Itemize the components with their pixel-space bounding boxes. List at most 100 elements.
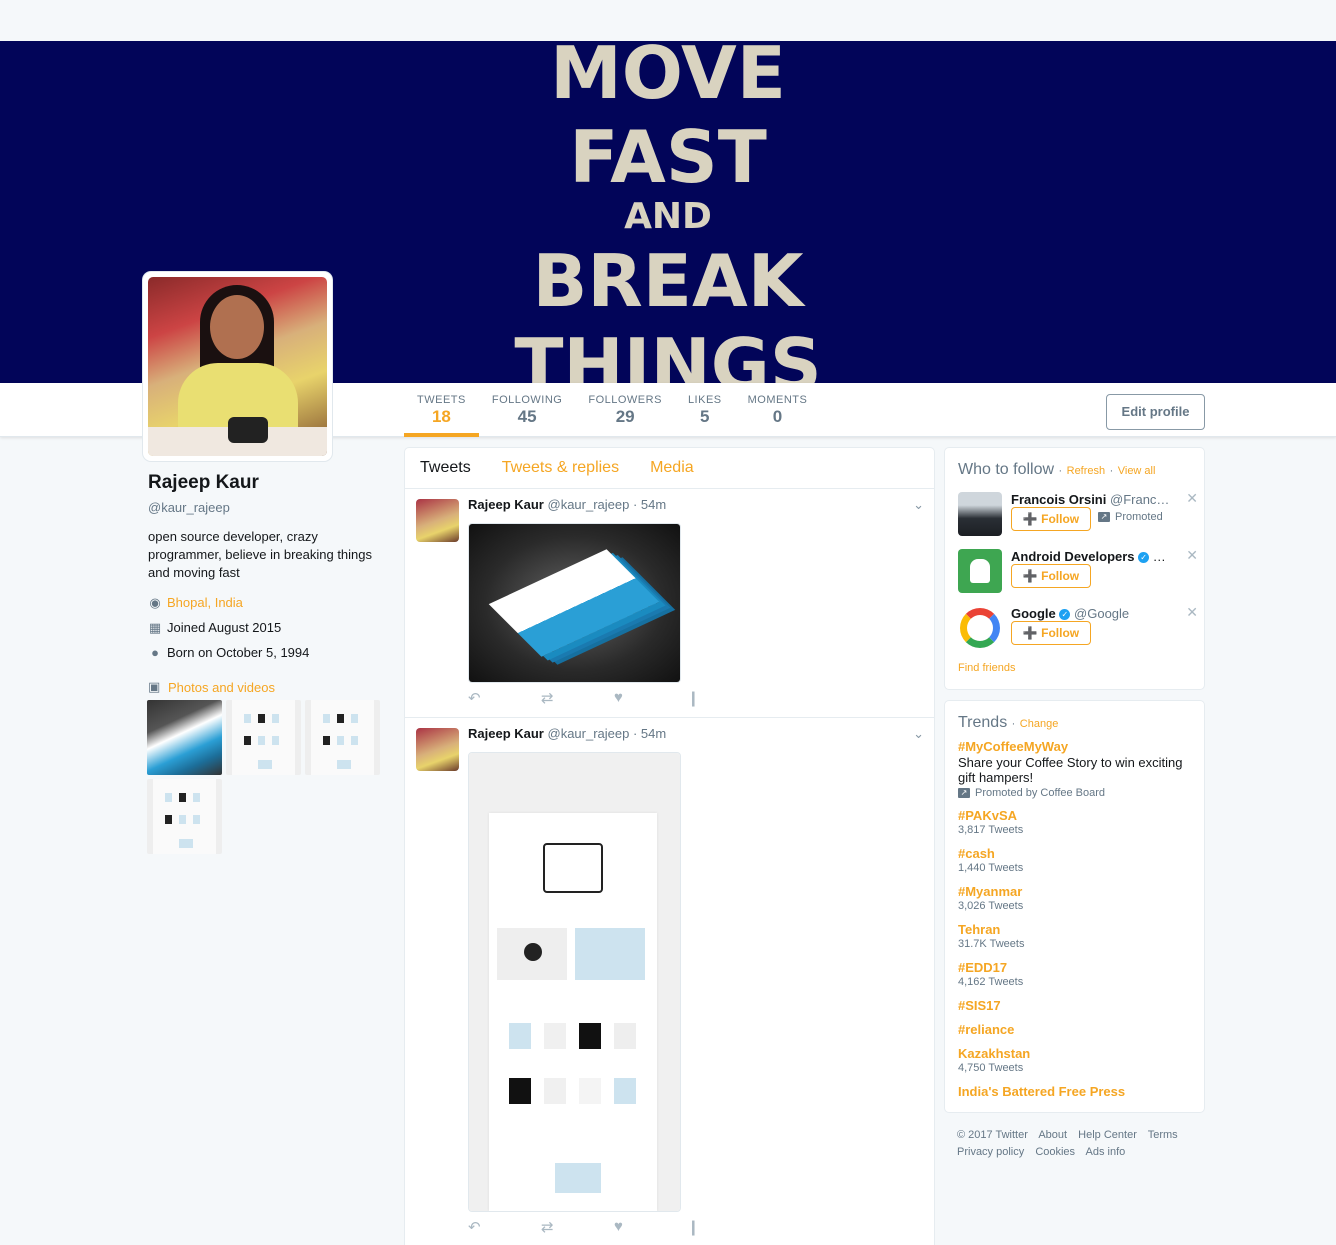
trend-item[interactable]: India's Battered Free Press xyxy=(958,1084,1194,1099)
footer-link-terms[interactable]: Terms xyxy=(1148,1129,1178,1141)
trend-item[interactable]: #PAKvSA 3,817 Tweets xyxy=(958,808,1194,836)
photos-videos-label: Photos and videos xyxy=(168,679,275,695)
analytics-icon[interactable]: ❙ xyxy=(687,1218,760,1236)
reply-icon[interactable]: ↶ xyxy=(468,689,541,707)
chevron-down-icon[interactable]: ⌄ xyxy=(913,726,924,742)
close-icon[interactable]: ✕ xyxy=(1186,490,1198,507)
tweet-author-name[interactable]: Rajeep Kaur xyxy=(468,726,544,741)
born-text: Born on October 5, 1994 xyxy=(167,645,310,660)
close-icon[interactable]: ✕ xyxy=(1186,604,1198,621)
trend-item[interactable]: #EDD17 4,162 Tweets xyxy=(958,960,1194,988)
suggestion-avatar[interactable] xyxy=(958,492,1002,536)
trend-name[interactable]: #MyCoffeeMyWay xyxy=(958,739,1194,754)
refresh-link[interactable]: Refresh xyxy=(1067,465,1106,477)
trend-count: 4,162 Tweets xyxy=(958,976,1024,988)
close-icon[interactable]: ✕ xyxy=(1186,547,1198,564)
photo-thumbnail[interactable] xyxy=(147,700,222,775)
stat-tweets[interactable]: TWEETS 18 xyxy=(404,383,479,437)
tweet-media-image[interactable] xyxy=(468,752,681,1212)
analytics-icon[interactable]: ❙ xyxy=(687,689,760,707)
profile-name[interactable]: Rajeep Kaur xyxy=(148,472,388,494)
tab-tweets-replies[interactable]: Tweets & replies xyxy=(502,459,619,477)
profile-bio: open source developer, crazy programmer,… xyxy=(148,529,373,580)
trend-name[interactable]: #PAKvSA xyxy=(958,808,1194,823)
follow-label: Follow xyxy=(1041,626,1080,640)
stat-following[interactable]: FOLLOWING 45 xyxy=(479,383,576,437)
photos-videos-link[interactable]: ▣ Photos and videos xyxy=(148,679,388,695)
tweet-time[interactable]: · 54m xyxy=(633,726,666,741)
photo-thumbnail[interactable] xyxy=(305,700,380,775)
tweet-avatar[interactable] xyxy=(416,499,459,542)
location-link[interactable]: Bhopal, India xyxy=(167,595,243,610)
find-friends-link[interactable]: Find friends xyxy=(958,662,1015,674)
footer-copyright: © 2017 Twitter xyxy=(957,1129,1028,1141)
heart-icon[interactable]: ♥ xyxy=(614,689,687,707)
footer-link-ads[interactable]: Ads info xyxy=(1086,1146,1126,1158)
trend-item[interactable]: #MyCoffeeMyWay Share your Coffee Story t… xyxy=(958,739,1194,799)
reply-icon[interactable]: ↶ xyxy=(468,1218,541,1236)
trend-name[interactable]: #Myanmar xyxy=(958,884,1194,899)
tweet[interactable]: Rajeep Kaur @kaur_rajeep · 54m ⌄ ↶ ⇄ ♥ ❙ xyxy=(405,489,934,718)
android-icon[interactable] xyxy=(958,549,1002,593)
profile-location: ◉ Bhopal, India xyxy=(148,594,388,611)
trend-item[interactable]: #cash 1,440 Tweets xyxy=(958,846,1194,874)
tweet-author-handle[interactable]: @kaur_rajeep xyxy=(548,726,630,741)
tab-tweets[interactable]: Tweets xyxy=(420,459,471,477)
trend-name[interactable]: #SIS17 xyxy=(958,998,1194,1013)
footer-link-cookies[interactable]: Cookies xyxy=(1035,1146,1075,1158)
trend-name[interactable]: #reliance xyxy=(958,1022,1194,1037)
promoted-icon: ↗ xyxy=(1098,512,1110,522)
view-all-link[interactable]: View all xyxy=(1118,465,1156,477)
timeline-tabs: Tweets Tweets & replies Media xyxy=(405,448,934,489)
follow-button[interactable]: ➕ Follow xyxy=(1011,507,1091,531)
stat-followers[interactable]: FOLLOWERS 29 xyxy=(575,383,675,437)
photo-thumbnail[interactable] xyxy=(226,700,301,775)
trend-name[interactable]: India's Battered Free Press xyxy=(958,1084,1194,1099)
suggestion-name[interactable]: Google ✓ @Google xyxy=(1011,606,1174,621)
trend-name[interactable]: #EDD17 xyxy=(958,960,1194,975)
trend-name[interactable]: #cash xyxy=(958,846,1194,861)
chevron-down-icon[interactable]: ⌄ xyxy=(913,497,924,513)
tweet-author-name[interactable]: Rajeep Kaur xyxy=(468,497,544,512)
stat-likes[interactable]: LIKES 5 xyxy=(675,383,735,437)
suggestion-name[interactable]: Android Developers ✓ @… xyxy=(1011,549,1174,564)
add-user-icon: ➕ xyxy=(1022,512,1038,526)
tweet-time[interactable]: · 54m xyxy=(633,497,666,512)
footer-link-help[interactable]: Help Center xyxy=(1078,1129,1137,1141)
tweet-author-handle[interactable]: @kaur_rajeep xyxy=(548,497,630,512)
trend-item[interactable]: #SIS17 xyxy=(958,998,1194,1013)
suggestion-name[interactable]: Francois Orsini @Franc… xyxy=(1011,492,1174,507)
google-logo-icon[interactable] xyxy=(958,606,1002,650)
tweet-avatar[interactable] xyxy=(416,728,459,771)
retweet-icon[interactable]: ⇄ xyxy=(541,689,614,707)
trend-item[interactable]: Tehran 31.7K Tweets xyxy=(958,922,1194,950)
suggestion-display-name: Francois Orsini xyxy=(1011,492,1107,507)
suggestion-handle: @… xyxy=(1152,549,1174,564)
trend-item[interactable]: Kazakhstan 4,750 Tweets xyxy=(958,1046,1194,1074)
tweet[interactable]: Rajeep Kaur @kaur_rajeep · 54m ⌄ ↶ ⇄ ♥ ❙ xyxy=(405,718,934,1245)
footer-link-about[interactable]: About xyxy=(1038,1129,1067,1141)
retweet-icon[interactable]: ⇄ xyxy=(541,1218,614,1236)
stat-moments[interactable]: MOMENTS 0 xyxy=(735,383,821,437)
stat-label: LIKES xyxy=(687,394,722,406)
profile-avatar[interactable] xyxy=(143,272,332,461)
trend-item[interactable]: #Myanmar 3,026 Tweets xyxy=(958,884,1194,912)
timeline: Tweets Tweets & replies Media Rajeep Kau… xyxy=(404,447,935,1245)
heart-icon[interactable]: ♥ xyxy=(614,1218,687,1236)
change-link[interactable]: Change xyxy=(1020,718,1059,730)
trend-name[interactable]: Kazakhstan xyxy=(958,1046,1194,1061)
edit-profile-button[interactable]: Edit profile xyxy=(1106,394,1205,430)
trend-item[interactable]: #reliance xyxy=(958,1022,1194,1037)
add-user-icon: ➕ xyxy=(1022,626,1038,640)
tweet-media-image[interactable] xyxy=(468,523,681,683)
stat-value: 18 xyxy=(431,407,451,426)
follow-button[interactable]: ➕ Follow xyxy=(1011,564,1091,588)
follow-button[interactable]: ➕ Follow xyxy=(1011,621,1091,645)
photo-thumbnail[interactable] xyxy=(147,779,222,854)
profile-handle[interactable]: @kaur_rajeep xyxy=(148,500,388,515)
promoted-icon: ↗ xyxy=(958,788,970,798)
tab-media[interactable]: Media xyxy=(650,459,694,477)
footer-link-privacy[interactable]: Privacy policy xyxy=(957,1146,1024,1158)
tweet-header: Rajeep Kaur @kaur_rajeep · 54m xyxy=(468,726,666,741)
trend-name[interactable]: Tehran xyxy=(958,922,1194,937)
